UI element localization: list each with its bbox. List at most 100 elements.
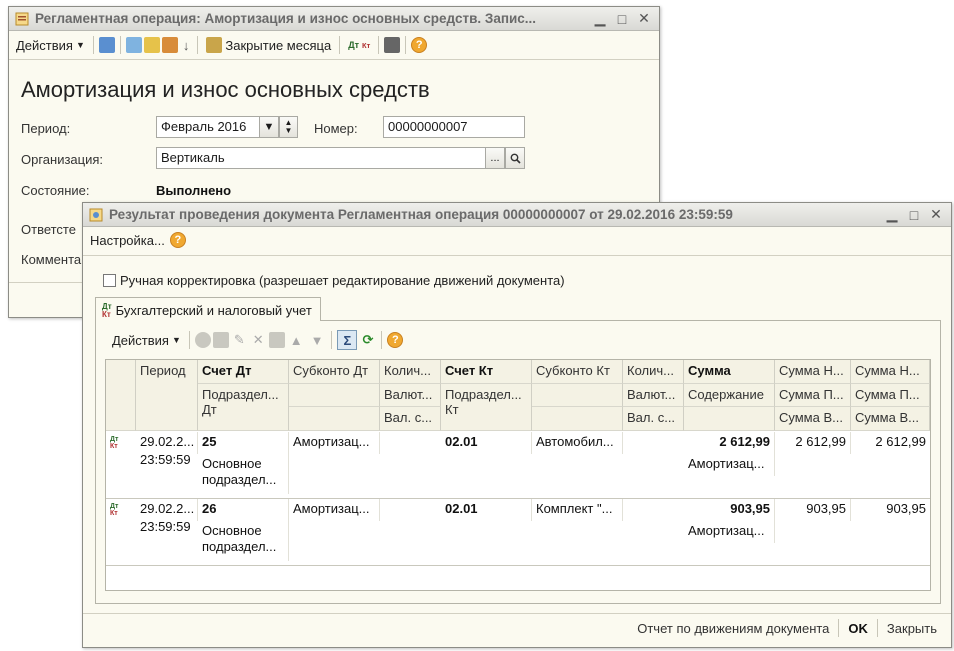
column-period[interactable]: Период bbox=[136, 360, 198, 431]
column-sum-v2[interactable]: Сумма В... bbox=[851, 407, 930, 431]
column-cur-sum-kt[interactable]: Вал. с... bbox=[623, 407, 684, 431]
column-subconto-dt-2 bbox=[289, 384, 380, 407]
table-row[interactable]: Дт Кт 29.02.2... 23:59:59 25 Основное под… bbox=[106, 432, 930, 498]
column-content[interactable]: Содержание bbox=[684, 384, 775, 407]
dt-kt-icon[interactable]: Дт Кт bbox=[345, 38, 373, 52]
row-subconto-kt: Автомобил... bbox=[532, 432, 623, 454]
column-sum-n1[interactable]: Сумма Н... bbox=[775, 360, 851, 384]
settings-button[interactable]: Настройка... bbox=[87, 231, 168, 250]
column-cur-sum-dt[interactable]: Вал. с... bbox=[380, 407, 441, 431]
period-label: Период: bbox=[21, 121, 71, 136]
row-sum-n1: 2 612,99 bbox=[775, 432, 851, 454]
load-icon[interactable] bbox=[143, 37, 160, 53]
save-icon[interactable] bbox=[161, 37, 178, 53]
tab-accounting[interactable]: Дт Кт Бухгалтерский и налоговый учет bbox=[95, 297, 321, 321]
column-subconto-kt-3 bbox=[532, 407, 623, 431]
close-month-button[interactable]: Закрытие месяца bbox=[203, 35, 334, 55]
row-content: Амортизац... bbox=[684, 454, 775, 476]
responsible-label: Ответсте bbox=[21, 222, 76, 237]
down-arrow-icon[interactable]: ↓ bbox=[180, 36, 193, 55]
toolbar-separator bbox=[197, 36, 199, 54]
magnifier-icon bbox=[510, 153, 521, 164]
result-window-titlebar[interactable]: Результат проведения документа Регламент… bbox=[83, 203, 951, 227]
help-icon[interactable]: ? bbox=[169, 232, 186, 248]
row-content: Амортизац... bbox=[684, 521, 775, 543]
row-debit: 25 bbox=[198, 432, 289, 454]
post-document-icon[interactable] bbox=[98, 37, 115, 53]
column-debit-subdivision[interactable]: Подраздел... Дт bbox=[198, 384, 289, 431]
column-sum-p2[interactable]: Сумма П... bbox=[851, 384, 930, 407]
organization-select-button[interactable]: ... bbox=[485, 147, 505, 169]
organization-search-button[interactable] bbox=[505, 147, 525, 169]
column-credit-account[interactable]: Счет Кт bbox=[441, 360, 532, 384]
organization-field[interactable]: Вертикаль bbox=[156, 147, 486, 169]
table-row[interactable]: Дт Кт 29.02.2... 23:59:59 26 Основное под… bbox=[106, 499, 930, 565]
grid-toolbar: Действия ▼ ✎ ✕ ▲ ▼ Σ ⟳ ? bbox=[105, 327, 705, 353]
column-sum[interactable]: Сумма bbox=[684, 360, 775, 384]
grid-actions-menu-button[interactable]: Действия ▼ bbox=[109, 331, 184, 350]
column-sum-p1[interactable]: Сумма П... bbox=[775, 384, 851, 407]
column-subconto-kt[interactable]: Субконто Кт bbox=[532, 360, 623, 384]
row-divider bbox=[106, 565, 930, 566]
maximize-icon[interactable]: □ bbox=[611, 9, 633, 29]
manual-correction-checkbox-row[interactable]: Ручная корректировка (разрешает редактир… bbox=[103, 273, 565, 288]
column-debit-account[interactable]: Счет Дт bbox=[198, 360, 289, 384]
row-credit: 02.01 bbox=[441, 432, 532, 454]
copy-row-icon[interactable] bbox=[212, 332, 229, 348]
row-debit-sub: Основное подраздел... bbox=[198, 454, 289, 494]
ok-button[interactable]: OK bbox=[842, 621, 874, 636]
movements-report-button[interactable]: Отчет по движениям документа bbox=[631, 621, 835, 636]
structure-icon[interactable] bbox=[384, 37, 401, 53]
state-value: Выполнено bbox=[156, 183, 232, 198]
divider bbox=[83, 613, 951, 614]
close-button[interactable]: Закрыть bbox=[881, 621, 943, 636]
period-field[interactable]: Февраль 2016 bbox=[156, 116, 260, 138]
column-sum-n2[interactable]: Сумма Н... bbox=[851, 360, 930, 384]
delete-icon[interactable]: ✕ bbox=[250, 330, 267, 350]
calendar-icon bbox=[206, 37, 223, 53]
refresh-icon[interactable]: ⟳ bbox=[359, 330, 376, 350]
divider bbox=[9, 59, 659, 60]
organization-label: Организация: bbox=[21, 152, 104, 167]
manual-correction-checkbox[interactable] bbox=[103, 274, 116, 287]
back-window-titlebar[interactable]: Регламентная операция: Амортизация и изн… bbox=[9, 7, 659, 31]
number-field[interactable]: 00000000007 bbox=[383, 116, 525, 138]
sum-icon[interactable]: Σ bbox=[337, 330, 358, 350]
help-icon[interactable]: ? bbox=[411, 37, 428, 53]
minimize-icon[interactable]: ▁ bbox=[881, 205, 903, 225]
document-icon bbox=[15, 12, 29, 25]
column-qty-dt[interactable]: Колич... bbox=[380, 360, 441, 384]
row-sum-n1: 903,95 bbox=[775, 499, 851, 521]
column-currency-dt[interactable]: Валют... bbox=[380, 384, 441, 407]
column-qty-kt[interactable]: Колич... bbox=[623, 360, 684, 384]
row-subconto-dt: Амортизац... bbox=[289, 432, 380, 454]
period-dropdown-button[interactable]: ▼ bbox=[259, 116, 279, 138]
caret-down-icon: ▼ bbox=[75, 40, 85, 50]
toolbar-separator bbox=[339, 36, 341, 54]
column-credit-subdivision[interactable]: Подраздел... Кт bbox=[441, 384, 532, 431]
toolbar-separator bbox=[405, 36, 407, 54]
dt-kt-icon: Дт Кт bbox=[102, 301, 112, 319]
movements-grid[interactable]: Период Счет Дт Подраздел... Дт Субконто … bbox=[105, 359, 931, 591]
column-currency-kt[interactable]: Валют... bbox=[623, 384, 684, 407]
toolbar-separator bbox=[378, 36, 380, 54]
maximize-icon[interactable]: □ bbox=[903, 205, 925, 225]
help-icon[interactable]: ? bbox=[387, 332, 404, 348]
move-up-icon[interactable]: ▲ bbox=[287, 331, 306, 350]
column-sum-v1[interactable]: Сумма В... bbox=[775, 407, 851, 431]
close-icon[interactable]: ✕ bbox=[925, 205, 947, 225]
minimize-icon[interactable]: ▁ bbox=[589, 9, 611, 29]
toolbar-separator bbox=[188, 331, 190, 349]
edit-icon[interactable]: ✎ bbox=[231, 330, 248, 350]
add-row-icon[interactable] bbox=[194, 332, 211, 348]
close-icon[interactable]: ✕ bbox=[633, 9, 655, 29]
period-stepper[interactable]: ▲ ▼ bbox=[279, 116, 298, 138]
column-subconto-dt[interactable]: Субконто Дт bbox=[289, 360, 380, 384]
tab-accounting-label: Бухгалтерский и налоговый учет bbox=[115, 303, 312, 318]
actions-menu-button[interactable]: Действия ▼ bbox=[13, 36, 88, 55]
move-down-icon[interactable]: ▼ bbox=[308, 331, 327, 350]
document-result-icon bbox=[89, 208, 103, 221]
end-edit-icon[interactable] bbox=[268, 332, 285, 348]
copy-icon[interactable] bbox=[125, 37, 142, 53]
row-time: 23:59:59 bbox=[140, 519, 191, 534]
